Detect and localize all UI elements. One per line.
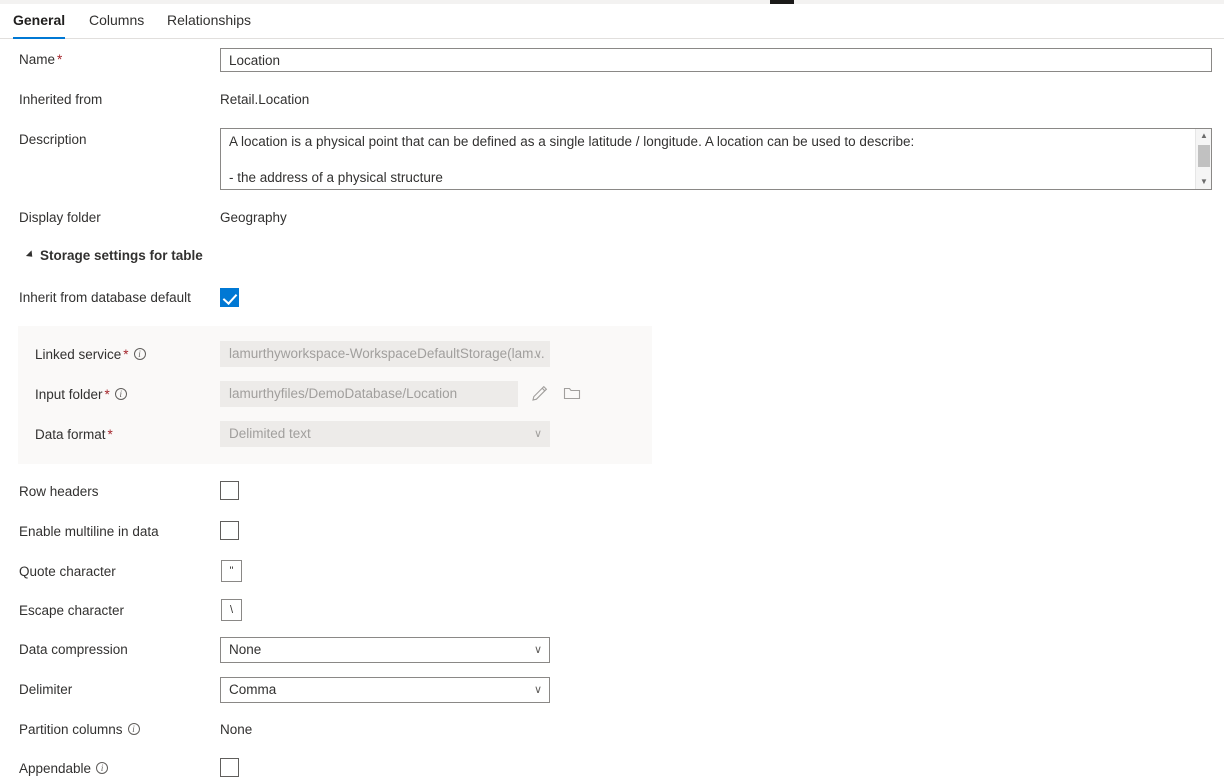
data-format-label: Data format* bbox=[35, 427, 113, 443]
info-icon[interactable] bbox=[134, 348, 146, 360]
description-textarea[interactable]: A location is a physical point that can … bbox=[220, 128, 1212, 190]
appendable-label: Appendable bbox=[19, 761, 108, 777]
partition-columns-value: None bbox=[220, 722, 252, 738]
data-format-label-text: Data format bbox=[35, 427, 106, 442]
description-label: Description bbox=[19, 132, 87, 148]
quote-character-input[interactable] bbox=[221, 560, 242, 582]
name-input[interactable] bbox=[220, 48, 1212, 72]
delimiter-value: Comma bbox=[229, 682, 276, 697]
data-compression-label: Data compression bbox=[19, 642, 128, 658]
input-folder-label: Input folder* bbox=[35, 387, 127, 403]
partition-columns-label-text: Partition columns bbox=[19, 722, 123, 737]
name-required-asterisk: * bbox=[57, 52, 62, 67]
description-scrollbar[interactable]: ▲ ▼ bbox=[1195, 129, 1211, 189]
display-folder-value: Geography bbox=[220, 210, 287, 226]
info-icon[interactable] bbox=[128, 723, 140, 735]
inherit-from-database-default-label: Inherit from database default bbox=[19, 290, 191, 306]
inherited-from-label: Inherited from bbox=[19, 92, 102, 108]
data-compression-value: None bbox=[229, 642, 261, 657]
appendable-label-text: Appendable bbox=[19, 761, 91, 776]
scrollbar-thumb[interactable] bbox=[1198, 145, 1210, 167]
row-headers-checkbox[interactable] bbox=[220, 481, 239, 500]
edit-pencil-icon[interactable] bbox=[529, 382, 551, 404]
delimiter-dropdown[interactable]: Comma ∨ bbox=[220, 677, 550, 703]
linked-service-dropdown: lamurthyworkspace-WorkspaceDefaultStorag… bbox=[220, 341, 550, 367]
linked-service-value: lamurthyworkspace-WorkspaceDefaultStorag… bbox=[229, 346, 545, 361]
quote-character-label: Quote character bbox=[19, 564, 116, 580]
data-compression-dropdown[interactable]: None ∨ bbox=[220, 637, 550, 663]
description-text: A location is a physical point that can … bbox=[229, 133, 1189, 190]
inherit-from-database-default-checkbox[interactable] bbox=[220, 288, 239, 307]
info-icon[interactable] bbox=[96, 762, 108, 774]
enable-multiline-checkbox[interactable] bbox=[220, 521, 239, 540]
storage-settings-label: Storage settings for table bbox=[40, 248, 203, 263]
inherited-from-value: Retail.Location bbox=[220, 92, 309, 108]
table-properties-pane: General Columns Relationships Name* Inhe… bbox=[0, 0, 1224, 780]
delimiter-label: Delimiter bbox=[19, 682, 72, 698]
linked-service-label: Linked service* bbox=[35, 347, 146, 363]
info-icon[interactable] bbox=[115, 388, 127, 400]
chevron-expanded-icon bbox=[26, 250, 35, 259]
chevron-down-icon: ∨ bbox=[534, 422, 542, 446]
chevron-down-icon: ∨ bbox=[534, 342, 542, 366]
chevron-down-icon: ∨ bbox=[534, 638, 542, 662]
enable-multiline-label: Enable multiline in data bbox=[19, 524, 159, 540]
escape-character-input[interactable] bbox=[221, 599, 242, 621]
tab-general[interactable]: General bbox=[13, 4, 65, 39]
input-folder-required-asterisk: * bbox=[105, 387, 110, 402]
tab-columns[interactable]: Columns bbox=[89, 4, 144, 39]
storage-settings-panel: Linked service* lamurthyworkspace-Worksp… bbox=[18, 326, 652, 464]
input-folder-value: lamurthyfiles/DemoDatabase/Location bbox=[229, 386, 457, 401]
storage-settings-section-header[interactable]: Storage settings for table bbox=[28, 248, 203, 263]
partition-columns-label: Partition columns bbox=[19, 722, 140, 738]
data-format-required-asterisk: * bbox=[108, 427, 113, 442]
linked-service-label-text: Linked service bbox=[35, 347, 121, 362]
escape-character-label: Escape character bbox=[19, 603, 124, 619]
data-format-value: Delimited text bbox=[229, 426, 311, 441]
display-folder-label: Display folder bbox=[19, 210, 101, 226]
row-headers-label: Row headers bbox=[19, 484, 99, 500]
linked-service-required-asterisk: * bbox=[123, 347, 128, 362]
scroll-down-icon[interactable]: ▼ bbox=[1196, 175, 1212, 189]
tab-relationships[interactable]: Relationships bbox=[167, 4, 251, 39]
tab-bar: General Columns Relationships bbox=[0, 4, 1224, 39]
appendable-checkbox[interactable] bbox=[220, 758, 239, 777]
chevron-down-icon: ∨ bbox=[534, 678, 542, 702]
scroll-up-icon[interactable]: ▲ bbox=[1196, 129, 1212, 143]
name-label: Name* bbox=[19, 52, 62, 68]
input-folder-label-text: Input folder bbox=[35, 387, 103, 402]
data-format-dropdown: Delimited text ∨ bbox=[220, 421, 550, 447]
folder-icon[interactable] bbox=[561, 382, 583, 404]
name-label-text: Name bbox=[19, 52, 55, 67]
input-folder-field: lamurthyfiles/DemoDatabase/Location bbox=[220, 381, 518, 407]
